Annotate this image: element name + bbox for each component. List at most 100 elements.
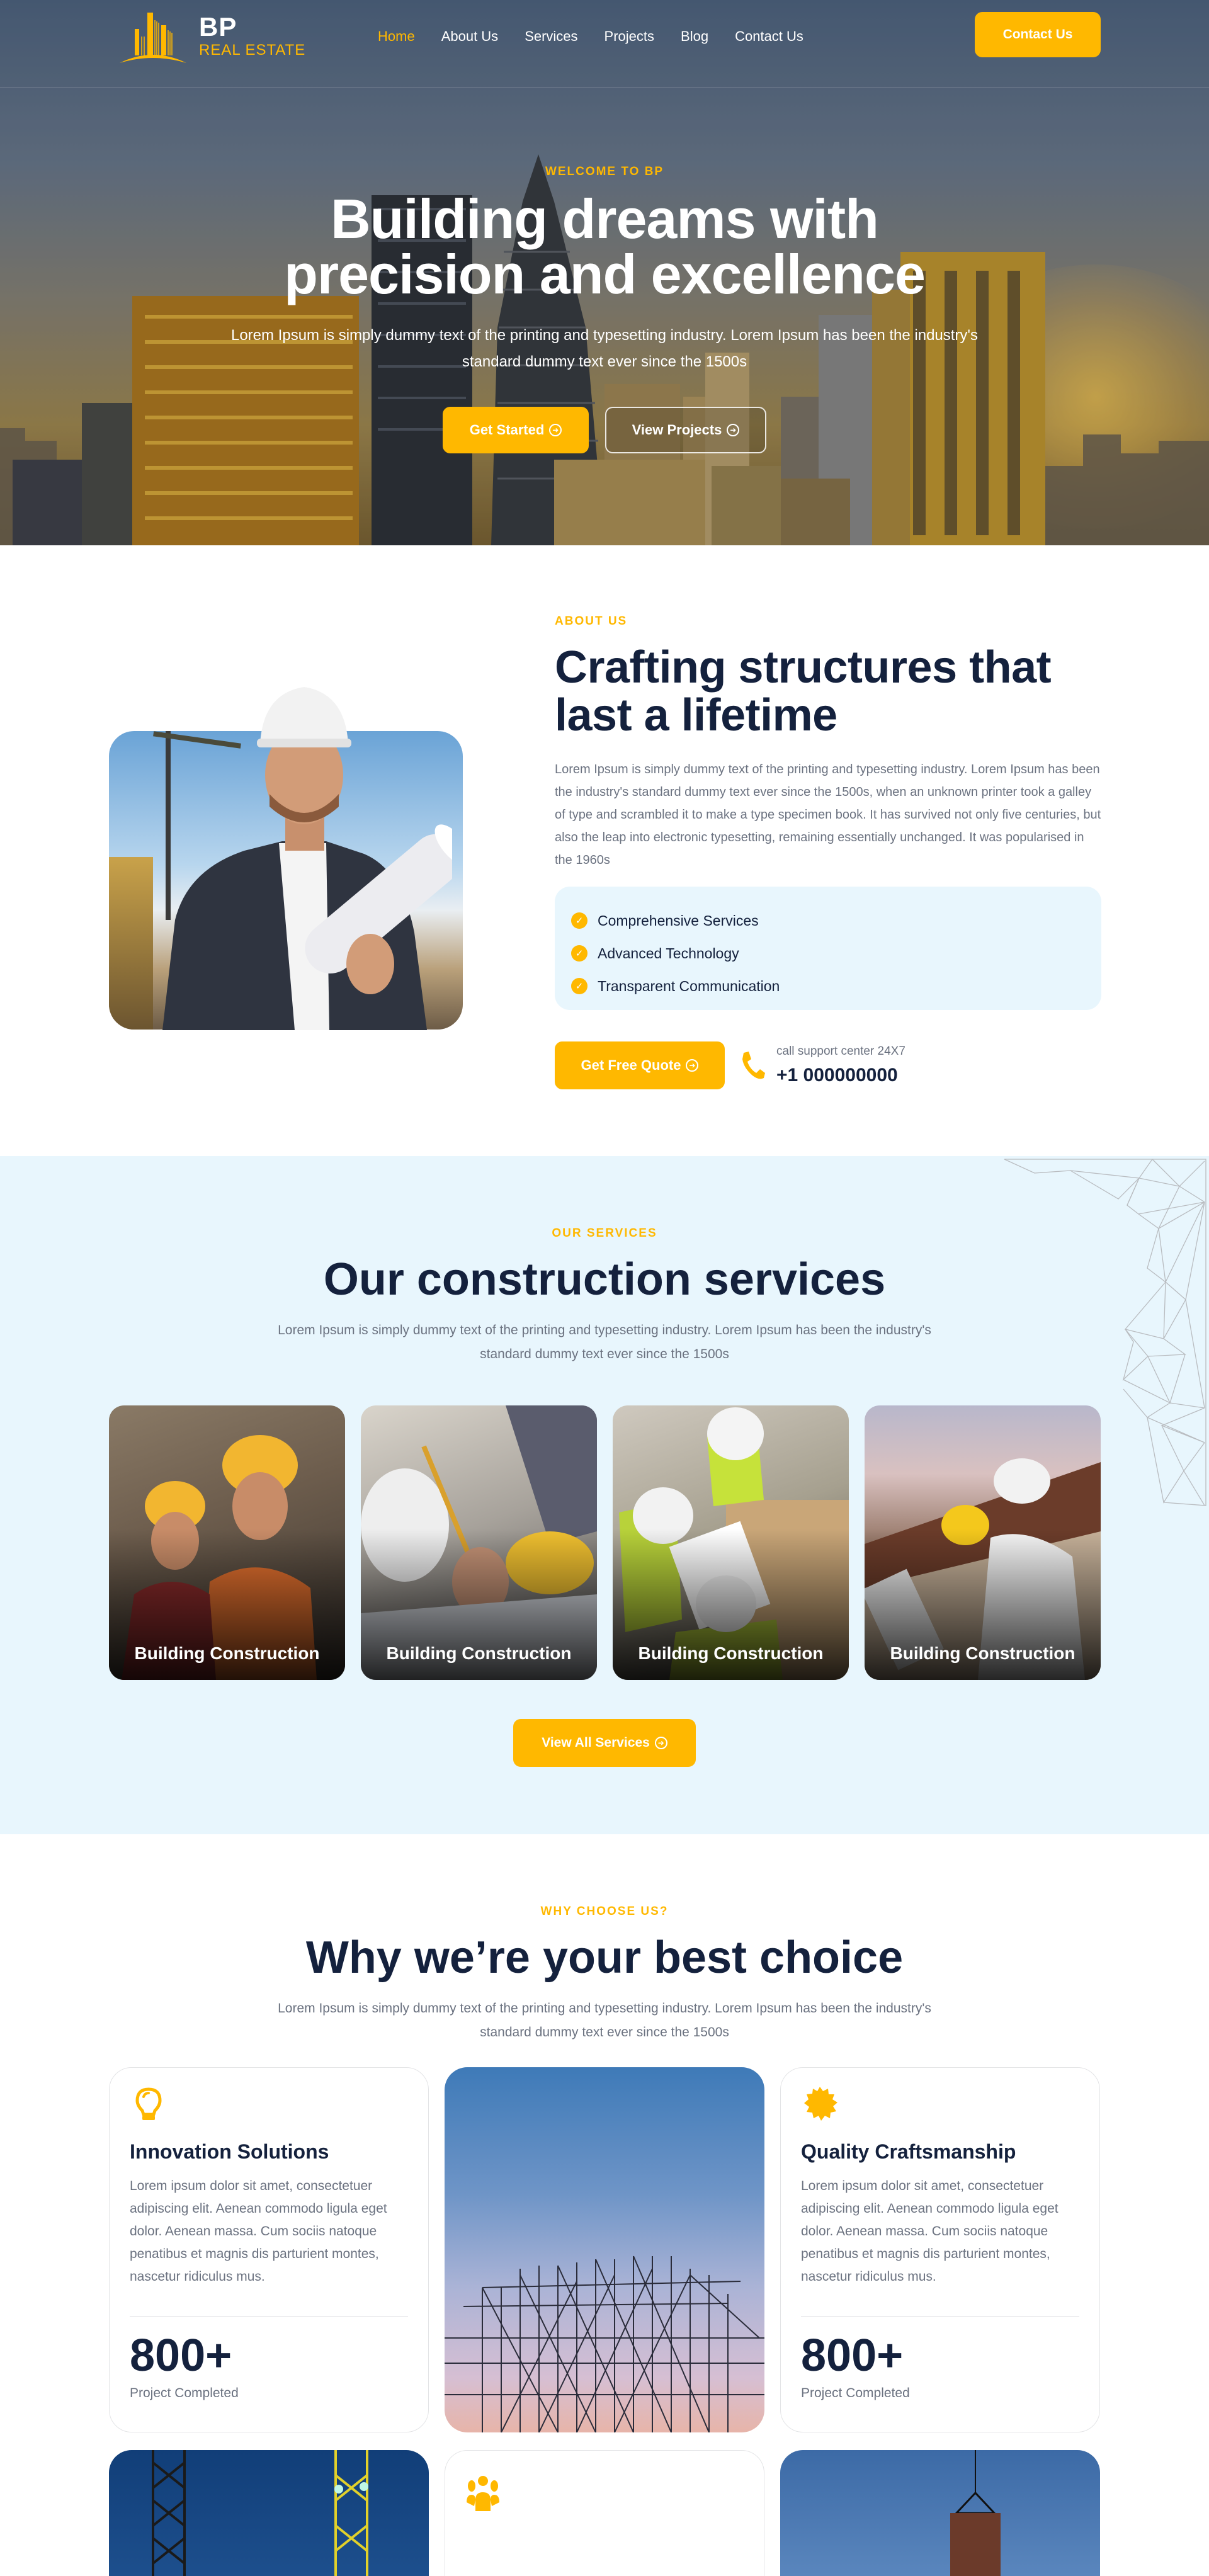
service-card-title: Building Construction bbox=[638, 1643, 824, 1663]
hero-title-line-1: Building dreams with bbox=[331, 188, 879, 250]
arrow-right-circle-icon: ➜ bbox=[686, 1059, 699, 1072]
logo-subtitle: REAL ESTATE bbox=[199, 42, 306, 59]
nav-link-services[interactable]: Services bbox=[525, 28, 577, 45]
feature-card: Innovation Solutions Lorem ipsum dolor s… bbox=[109, 2067, 429, 2432]
feature-card: Quality Craftsmanship Lorem ipsum dolor … bbox=[780, 2067, 1100, 2432]
get-started-label: Get Started bbox=[469, 422, 545, 438]
phone-contact: call support center 24X7 +1 000000000 bbox=[776, 1045, 905, 1086]
logo[interactable]: BP REAL ESTATE bbox=[118, 9, 307, 63]
service-card-title: Building Construction bbox=[386, 1643, 572, 1663]
check-circle-icon: ✓ bbox=[571, 945, 587, 962]
crane-lift-image bbox=[950, 2450, 1001, 2576]
about-paragraph: Lorem Ipsum is simply dummy text of the … bbox=[555, 763, 1101, 867]
view-projects-button[interactable]: View Projects ➜ bbox=[605, 407, 766, 453]
hero-section: BP REAL ESTATE Home About Us Services Pr… bbox=[0, 0, 1209, 545]
feature-card-title: Quality Craftsmanship bbox=[801, 2140, 1016, 2163]
check-circle-icon: ✓ bbox=[571, 978, 587, 994]
support-label: call support center 24X7 bbox=[776, 1045, 905, 1058]
about-image bbox=[109, 668, 512, 1030]
arrow-right-circle-icon: ➜ bbox=[727, 424, 740, 436]
get-free-quote-button[interactable]: Get Free Quote ➜ bbox=[555, 1041, 725, 1089]
service-card[interactable]: Building Construction bbox=[361, 1405, 597, 1680]
get-started-button[interactable]: Get Started ➜ bbox=[443, 407, 589, 453]
hero-title: Building dreams with precision and excel… bbox=[0, 191, 1209, 302]
about-cta-row: Get Free Quote ➜ call support center 24X… bbox=[555, 1041, 1101, 1089]
services-section: OUR SERVICES Our construction services L… bbox=[0, 1156, 1209, 1834]
services-header: OUR SERVICES Our construction services L… bbox=[0, 1227, 1209, 1366]
view-all-services-label: View All Services bbox=[542, 1735, 650, 1750]
nav-menu: Home About Us Services Projects Blog Con… bbox=[378, 28, 830, 45]
service-card[interactable]: Building Construction bbox=[109, 1405, 345, 1680]
nav-link-contact-us[interactable]: Contact Us bbox=[735, 28, 803, 45]
arrow-right-circle-icon: ➜ bbox=[549, 424, 562, 436]
crane-night-image-card bbox=[109, 2450, 429, 2576]
service-card[interactable]: Building Construction bbox=[865, 1405, 1101, 1680]
services-paragraph: Lorem Ipsum is simply dummy text of the … bbox=[278, 1323, 931, 1361]
scaffolding-image bbox=[445, 2255, 764, 2432]
service-card[interactable]: Building Construction bbox=[613, 1405, 849, 1680]
phone-number-link[interactable]: +1 000000000 bbox=[776, 1065, 905, 1086]
divider bbox=[130, 2316, 408, 2317]
checklist-item: ✓ Advanced Technology bbox=[571, 937, 1085, 970]
top-navigation: BP REAL ESTATE Home About Us Services Pr… bbox=[0, 0, 1209, 88]
get-free-quote-label: Get Free Quote bbox=[581, 1057, 681, 1073]
feature-card-text: Lorem ipsum dolor sit amet, consectetuer… bbox=[801, 2179, 1059, 2284]
card-gradient-overlay bbox=[109, 1405, 345, 1680]
arrow-right-circle-icon: ➜ bbox=[654, 1737, 667, 1749]
engineer-person-image bbox=[162, 687, 452, 1030]
nav-link-home[interactable]: Home bbox=[378, 28, 415, 45]
why-choose-us-section: WHY CHOOSE US? Why we’re your best choic… bbox=[0, 1834, 1209, 2576]
services-cards: Building Construction Building Construct… bbox=[109, 1405, 1101, 1680]
why-title: Why we’re your best choice bbox=[305, 1932, 904, 1983]
about-section: ABOUT US Crafting structures that last a… bbox=[0, 545, 1209, 1156]
stat-label: Project Completed bbox=[801, 2386, 910, 2400]
view-all-services-button[interactable]: View All Services ➜ bbox=[513, 1719, 696, 1767]
why-eyebrow: WHY CHOOSE US? bbox=[540, 1905, 669, 1918]
check-circle-icon: ✓ bbox=[571, 912, 587, 929]
services-title: Our construction services bbox=[323, 1254, 886, 1305]
view-projects-label: View Projects bbox=[632, 422, 722, 438]
features-checklist: ✓ Comprehensive Services ✓ Advanced Tech… bbox=[555, 887, 1101, 1010]
feature-card-text: Lorem ipsum dolor sit amet, consectetuer… bbox=[130, 2179, 387, 2284]
phone-icon[interactable] bbox=[740, 1050, 766, 1081]
stat-value: 800+ bbox=[130, 2330, 232, 2381]
card-gradient-overlay bbox=[361, 1405, 597, 1680]
nav-link-blog[interactable]: Blog bbox=[681, 28, 708, 45]
stat-label: Project Completed bbox=[130, 2386, 239, 2400]
nav-link-about-us[interactable]: About Us bbox=[441, 28, 499, 45]
checklist-item-label: Advanced Technology bbox=[598, 945, 739, 962]
checklist-item-label: Comprehensive Services bbox=[598, 912, 759, 929]
divider bbox=[801, 2316, 1079, 2317]
card-gradient-overlay bbox=[865, 1405, 1101, 1680]
checklist-item: ✓ Comprehensive Services bbox=[571, 904, 1085, 937]
hero-title-line-2: precision and excellence bbox=[284, 243, 926, 305]
users-icon bbox=[467, 2476, 499, 2511]
about-eyebrow: ABOUT US bbox=[555, 615, 628, 628]
logo-name: BP bbox=[199, 12, 237, 42]
stat-value: 800+ bbox=[801, 2330, 904, 2381]
feature-card-partial bbox=[445, 2450, 764, 2576]
checklist-item: ✓ Transparent Communication bbox=[571, 970, 1085, 1002]
feature-card-title: Innovation Solutions bbox=[130, 2140, 329, 2163]
services-eyebrow: OUR SERVICES bbox=[552, 1227, 657, 1240]
crane-lift-image-card bbox=[780, 2450, 1100, 2576]
why-header: WHY CHOOSE US? Why we’re your best choic… bbox=[0, 1905, 1209, 2045]
hero-subtitle: Lorem Ipsum is simply dummy text of the … bbox=[230, 327, 979, 370]
about-content: ABOUT US Crafting structures that last a… bbox=[555, 615, 1101, 1089]
service-card-title: Building Construction bbox=[134, 1643, 320, 1663]
crane-image bbox=[152, 2450, 368, 2576]
lightbulb-icon bbox=[135, 2087, 162, 2120]
scaffolding-image-card bbox=[445, 2067, 764, 2432]
badge-icon bbox=[804, 2087, 837, 2121]
contact-us-button[interactable]: Contact Us bbox=[975, 12, 1101, 57]
about-title: Crafting structures that last a lifetime bbox=[555, 642, 1052, 740]
hero-buttons: Get Started ➜ View Projects ➜ bbox=[0, 407, 1209, 453]
hero-eyebrow: WELCOME TO BP bbox=[545, 165, 664, 178]
checklist-item-label: Transparent Communication bbox=[598, 977, 780, 994]
logo-buildings-icon bbox=[120, 13, 186, 63]
why-paragraph: Lorem Ipsum is simply dummy text of the … bbox=[278, 2001, 931, 2040]
hero-content: WELCOME TO BP Building dreams with preci… bbox=[0, 165, 1209, 453]
card-gradient-overlay bbox=[613, 1405, 849, 1680]
service-card-title: Building Construction bbox=[890, 1643, 1076, 1663]
nav-link-projects[interactable]: Projects bbox=[604, 28, 654, 45]
